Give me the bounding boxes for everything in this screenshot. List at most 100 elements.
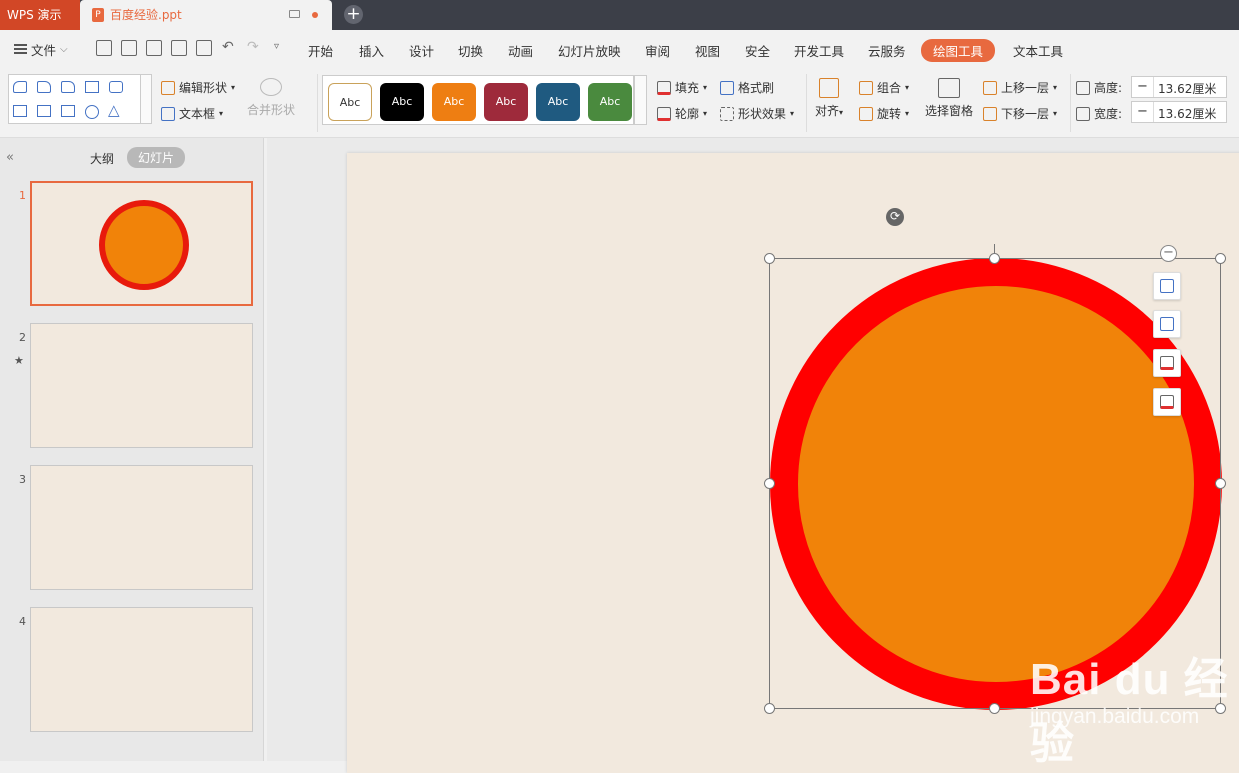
selection-pane-button[interactable]: 选择窗格	[925, 78, 973, 119]
resize-handle-s[interactable]	[989, 703, 1000, 714]
slide-thumbnail-2[interactable]	[30, 323, 253, 448]
outline-button[interactable]: 轮廓 ▾	[657, 105, 707, 122]
style-swatch[interactable]: Abc	[380, 83, 424, 121]
menu-slideshow[interactable]: 幻灯片放映	[558, 41, 621, 60]
hamburger-icon	[14, 44, 27, 54]
outline-icon	[1160, 395, 1174, 409]
height-decrement-button[interactable]: −	[1132, 77, 1154, 97]
merge-shape-label: 合并形状	[247, 103, 296, 117]
merge-shape-button[interactable]: 合并形状	[247, 78, 295, 118]
square-shape-icon[interactable]	[13, 105, 27, 117]
save-icon[interactable]	[121, 40, 137, 56]
document-tab[interactable]: P 百度经验.ppt	[80, 0, 332, 30]
edit-shape-button[interactable]: 编辑形状 ▾	[161, 79, 235, 96]
redo-icon[interactable]: ↷	[247, 39, 259, 55]
send-backward-icon	[983, 106, 997, 121]
dropdown-arrow-icon: ▾	[905, 109, 910, 118]
dropdown-arrow-icon: ▾	[703, 83, 708, 92]
tab-slides[interactable]: 幻灯片	[127, 147, 186, 168]
shape-gallery[interactable]: △	[8, 74, 152, 124]
menu-text-tools[interactable]: 文本工具	[1013, 41, 1063, 60]
rounded-rect-shape-icon[interactable]	[13, 81, 27, 93]
slide-thumbnail-3[interactable]	[30, 465, 253, 590]
menu-animation[interactable]: 动画	[508, 41, 533, 60]
text-box-shape-icon[interactable]	[37, 105, 51, 117]
bring-forward-button[interactable]: 上移一层 ▾	[983, 79, 1057, 96]
style-swatch[interactable]: Abc	[536, 83, 580, 121]
group-button[interactable]: 组合 ▾	[859, 79, 909, 96]
resize-handle-ne[interactable]	[1215, 253, 1226, 264]
height-field[interactable]: − 13.62厘米	[1131, 76, 1227, 98]
slide-thumbnail-4[interactable]	[30, 607, 253, 732]
new-tab-button[interactable]: +	[344, 5, 363, 24]
slide-thumbnail-1[interactable]	[30, 181, 253, 306]
menu-security[interactable]: 安全	[745, 41, 770, 60]
slide-editing-canvas[interactable]: ⟳ Bai du 经验 jingyan.baidu.com −	[267, 138, 1239, 773]
file-menu-button[interactable]: 文件 ⌵	[14, 40, 68, 58]
customize-quick-access-icon[interactable]: ▿	[274, 41, 279, 52]
send-backward-button[interactable]: 下移一层 ▾	[983, 105, 1057, 122]
menu-developer[interactable]: 开发工具	[794, 41, 844, 60]
float-outline-button[interactable]	[1153, 388, 1181, 416]
height-value[interactable]: 13.62厘米	[1158, 80, 1216, 97]
shape-gallery-scroll[interactable]	[140, 74, 152, 124]
vertical-text-shape-icon[interactable]	[61, 105, 75, 117]
menu-insert[interactable]: 插入	[359, 41, 384, 60]
float-fill-button[interactable]	[1153, 349, 1181, 377]
fill-button[interactable]: 填充 ▾	[657, 79, 707, 96]
shape-style-gallery[interactable]: Abc Abc Abc Abc Abc Abc	[322, 75, 634, 125]
rotate-button[interactable]: 旋转 ▾	[859, 105, 909, 122]
undo-icon[interactable]: ↶	[222, 39, 234, 55]
style-gallery-scroll[interactable]	[634, 75, 647, 125]
edit-shape-icon	[161, 80, 175, 95]
style-swatch[interactable]: Abc	[484, 83, 528, 121]
menu-review[interactable]: 审阅	[645, 41, 670, 60]
width-decrement-button[interactable]: −	[1132, 102, 1154, 122]
menu-start[interactable]: 开始	[308, 41, 333, 60]
round-rect-shape-icon[interactable]	[109, 81, 123, 93]
export-pdf-icon[interactable]	[146, 40, 162, 56]
text-box-button[interactable]: 文本框 ▾	[161, 105, 223, 122]
float-edit-button[interactable]	[1153, 310, 1181, 338]
align-button[interactable]: 对齐▾	[815, 78, 843, 119]
print-preview-icon[interactable]	[196, 40, 212, 56]
triangle-shape-icon[interactable]: △	[108, 101, 120, 119]
snip-rect-shape-icon[interactable]	[37, 81, 51, 93]
format-painter-button[interactable]: 格式刷	[720, 79, 774, 96]
width-field[interactable]: − 13.62厘米	[1131, 101, 1227, 123]
resize-handle-w[interactable]	[764, 478, 775, 489]
menu-design[interactable]: 设计	[409, 41, 434, 60]
resize-handle-sw[interactable]	[764, 703, 775, 714]
chevron-down-icon: ⌵	[60, 43, 68, 55]
app-menu-button[interactable]: WPS 演示	[0, 0, 80, 30]
open-icon[interactable]	[96, 40, 112, 56]
slide-page[interactable]: ⟳ Bai du 经验 jingyan.baidu.com	[347, 153, 1239, 773]
resize-handle-nw[interactable]	[764, 253, 775, 264]
bring-forward-label: 上移一层	[1001, 81, 1050, 95]
ribbon-divider	[806, 74, 807, 132]
rotate-handle-icon[interactable]: ⟳	[886, 208, 904, 226]
shape-effects-button[interactable]: 形状效果 ▾	[720, 105, 794, 122]
resize-handle-e[interactable]	[1215, 478, 1226, 489]
print-icon[interactable]	[171, 40, 187, 56]
collapse-float-toolbar-icon[interactable]: −	[1160, 245, 1177, 262]
collapse-pane-icon[interactable]: «	[6, 150, 14, 165]
fill-bucket-icon	[1160, 356, 1174, 370]
menu-transition[interactable]: 切换	[458, 41, 483, 60]
oval-shape-icon[interactable]	[85, 105, 99, 119]
tab-outline[interactable]: 大纲	[90, 150, 114, 167]
slide-number: 4	[19, 615, 26, 628]
float-layers-button[interactable]	[1153, 272, 1181, 300]
menu-cloud[interactable]: 云服务	[868, 41, 906, 60]
style-swatch[interactable]: Abc	[328, 83, 372, 121]
menu-view[interactable]: 视图	[695, 41, 720, 60]
corner-rect-shape-icon[interactable]	[61, 81, 75, 93]
file-menu-label: 文件	[31, 42, 57, 58]
style-swatch[interactable]: Abc	[432, 83, 476, 121]
resize-handle-n[interactable]	[989, 253, 1000, 264]
width-value[interactable]: 13.62厘米	[1158, 105, 1216, 122]
monitor-icon[interactable]	[289, 10, 300, 18]
style-swatch[interactable]: Abc	[588, 83, 632, 121]
menu-drawing-tools[interactable]: 绘图工具	[921, 39, 996, 62]
rectangle-shape-icon[interactable]	[85, 81, 99, 93]
